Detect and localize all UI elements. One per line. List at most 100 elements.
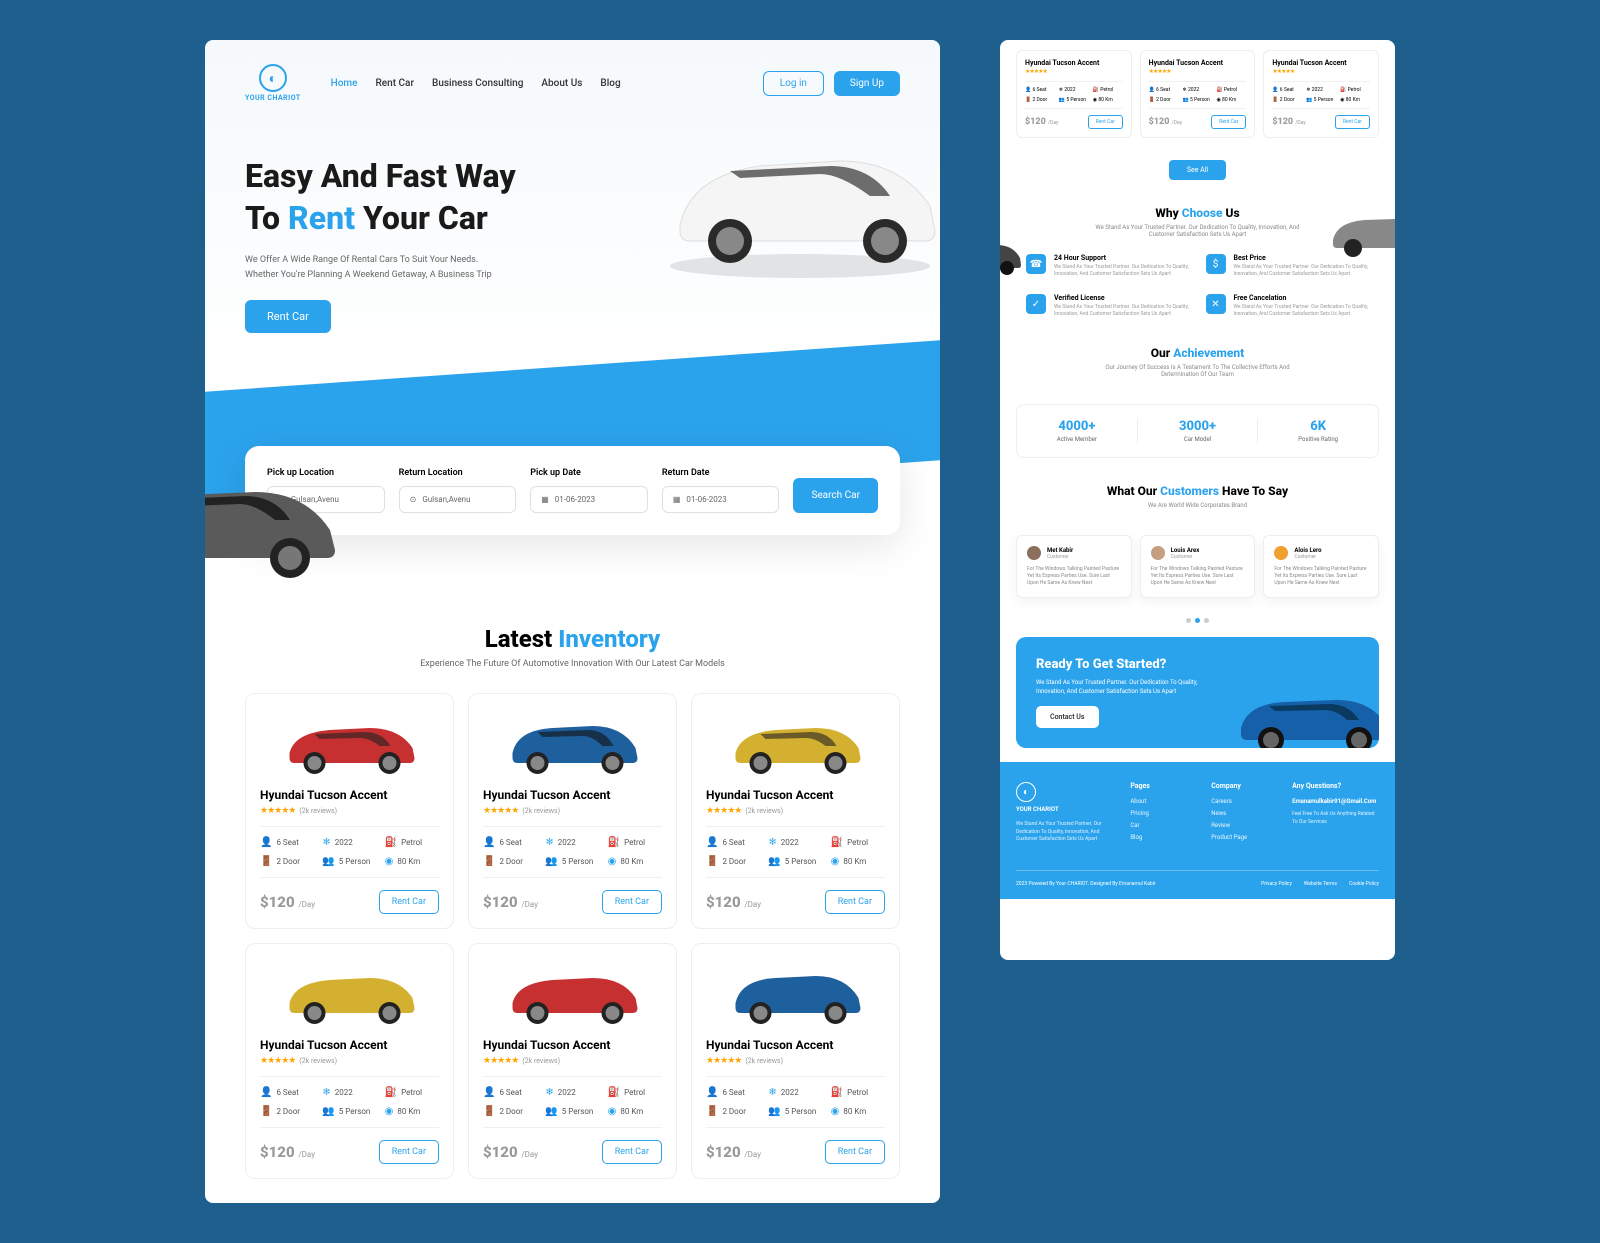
mini-car-card[interactable]: Hyundai Tucson Accent★★★★★ 👤 6 Seat❄ 202… [1263, 50, 1379, 138]
return-date-field: Return Date ▦01-06-2023 [662, 468, 780, 513]
nav-home[interactable]: Home [331, 78, 358, 89]
car-name: Hyundai Tucson Accent [483, 788, 662, 802]
logo[interactable]: ◐ YOUR CHARIOT [245, 64, 301, 102]
search-button[interactable]: Search Car [793, 478, 878, 513]
side-car-image [205, 440, 345, 600]
footer-company-column: Company CareersNewsReviewProduct Page [1211, 782, 1278, 846]
car-specs: 👤6 Seat ❄2022 ⛽Petrol 🚪2 Door 👥5 Person … [260, 826, 439, 878]
hero-description: We Offer A Wide Range Of Rental Cars To … [245, 253, 505, 282]
rent-car-button[interactable]: Rent Car [379, 890, 439, 914]
return-location-input[interactable]: ⊙Gulsan,Avenu [399, 486, 517, 513]
footer-link[interactable]: Website Terms [1304, 881, 1337, 887]
stat-item: 6KPositive Rating [1258, 419, 1378, 443]
see-all-button[interactable]: See All [1169, 160, 1226, 180]
pickup-date-label: Pick up Date [530, 468, 648, 478]
hero: Easy And Fast Way To Rent Your Car We Of… [205, 126, 940, 406]
car-image [483, 708, 662, 778]
location-icon: ⊙ [410, 495, 417, 504]
avatar [1027, 546, 1041, 560]
footer-link[interactable]: News [1211, 810, 1278, 817]
footer-link[interactable]: Careers [1211, 798, 1278, 805]
mini-car-card[interactable]: Hyundai Tucson Accent ★★★★★ 👤 6 Seat❄ 20… [1016, 50, 1132, 138]
hero-rent-button[interactable]: Rent Car [245, 300, 331, 333]
speed-icon: ◉ [385, 856, 394, 867]
car-footer: $120 /Day Rent Car [260, 890, 439, 914]
testimonial-card: Met KabirCustomer For The Windows Talkin… [1016, 535, 1132, 598]
nav-blog[interactable]: Blog [600, 78, 620, 89]
seat-icon: 👤 [260, 837, 272, 848]
person-icon: 👥 [545, 856, 557, 867]
car-card[interactable]: Hyundai Tucson Accent ★★★★★(2k reviews) … [691, 943, 900, 1179]
rent-car-button[interactable]: Rent Car [1211, 115, 1246, 129]
testimonials-row: Met KabirCustomer For The Windows Talkin… [1000, 523, 1395, 610]
why-choose-section: Why Choose Us We Stand As Your Trusted P… [1000, 192, 1395, 332]
mini-cars-grid: Hyundai Tucson Accent ★★★★★ 👤 6 Seat❄ 20… [1000, 40, 1395, 148]
footer-bottom: 2023 Powered By Your CHARIOT. Designed B… [1016, 870, 1379, 887]
rent-car-button[interactable]: Rent Car [1088, 115, 1123, 129]
rent-car-button[interactable]: Rent Car [825, 1140, 885, 1164]
cta-title: Ready To Get Started? [1036, 657, 1359, 672]
car-image [260, 958, 439, 1028]
pickup-date-field: Pick up Date ▦01-06-2023 [530, 468, 648, 513]
avatar [1274, 546, 1288, 560]
cta-banner: Ready To Get Started? We Stand As Your T… [1016, 637, 1379, 748]
hero-car-image [640, 96, 940, 296]
logo-icon: ◐ [259, 64, 287, 92]
testimonial-card: Alois LeroCustomer For The Windows Talki… [1263, 535, 1379, 598]
footer-link[interactable]: Privacy Policy [1261, 881, 1292, 887]
fuel-icon: ⛽ [385, 837, 397, 848]
footer-link[interactable]: About [1130, 798, 1197, 805]
pickup-date-input[interactable]: ▦01-06-2023 [530, 486, 648, 513]
inventory-subtitle: Experience The Future Of Automotive Inno… [205, 659, 940, 669]
car-card[interactable]: Hyundai Tucson Accent ★★★★★(2k reviews) … [691, 693, 900, 929]
return-date-input[interactable]: ▦01-06-2023 [662, 486, 780, 513]
login-button[interactable]: Log in [763, 71, 824, 96]
price-icon: $ [1206, 254, 1226, 274]
stars-icon: ★★★★★ [260, 806, 295, 816]
contact-us-button[interactable]: Contact Us [1036, 706, 1099, 728]
stat-item: 4000+Active Member [1017, 419, 1138, 443]
car-card[interactable]: Hyundai Tucson Accent ★★★★★(2k reviews) … [468, 693, 677, 929]
nav-about[interactable]: About Us [541, 78, 582, 89]
footer-logo[interactable]: ◐YOUR CHARIOT [1016, 782, 1116, 813]
return-location-label: Return Location [399, 468, 517, 478]
logo-text: YOUR CHARIOT [245, 94, 301, 102]
cancel-icon: ✕ [1206, 294, 1226, 314]
door-icon: 🚪 [483, 856, 495, 867]
car-card[interactable]: Hyundai Tucson Accent ★★★★★(2k reviews) … [245, 693, 454, 929]
feature-item: ✕Free CancelationWe Stand As Your Truste… [1206, 294, 1370, 318]
footer-link[interactable]: Product Page [1211, 834, 1278, 841]
footer-link[interactable]: Blog [1130, 834, 1197, 841]
footer-contact-column: Any Questions? Emanamulkabir91@Gmail.Com… [1292, 782, 1379, 846]
rent-car-button[interactable]: Rent Car [1335, 115, 1370, 129]
car-name: Hyundai Tucson Accent [260, 788, 439, 802]
nav-buttons: Log in Sign Up [763, 71, 900, 96]
rent-car-button[interactable]: Rent Car [602, 890, 662, 914]
carousel-dots[interactable] [1000, 618, 1395, 623]
car-image [260, 708, 439, 778]
nav-consult[interactable]: Business Consulting [432, 78, 523, 89]
footer-link[interactable]: Pricing [1130, 810, 1197, 817]
car-image [706, 708, 885, 778]
signup-button[interactable]: Sign Up [834, 71, 900, 96]
car-card[interactable]: Hyundai Tucson Accent ★★★★★(2k reviews) … [245, 943, 454, 1179]
rent-car-button[interactable]: Rent Car [602, 1140, 662, 1164]
nav-rent[interactable]: Rent Car [376, 78, 415, 89]
seat-icon: 👤 [483, 837, 495, 848]
footer-link[interactable]: Cookie Policy [1349, 881, 1379, 887]
footer-brand-column: ◐YOUR CHARIOT We Stand As Your Trusted P… [1016, 782, 1116, 846]
stat-item: 3000+Car Model [1138, 419, 1259, 443]
cta-car-image [1229, 678, 1379, 748]
fuel-icon: ⛽ [608, 837, 620, 848]
cars-grid: Hyundai Tucson Accent ★★★★★(2k reviews) … [205, 669, 940, 1203]
door-icon: 🚪 [260, 856, 272, 867]
mini-car-card[interactable]: Hyundai Tucson Accent★★★★★ 👤 6 Seat❄ 202… [1140, 50, 1256, 138]
car-card[interactable]: Hyundai Tucson Accent ★★★★★(2k reviews) … [468, 943, 677, 1179]
footer-link[interactable]: Car [1130, 822, 1197, 829]
rent-car-button[interactable]: Rent Car [825, 890, 885, 914]
person-icon: 👥 [322, 856, 334, 867]
footer-link[interactable]: Review [1211, 822, 1278, 829]
rent-car-button[interactable]: Rent Car [379, 1140, 439, 1164]
desktop-view: ◐ YOUR CHARIOT Home Rent Car Business Co… [205, 40, 940, 1203]
achievement-section: Our Achievement Our Journey Of Success I… [1000, 332, 1395, 392]
